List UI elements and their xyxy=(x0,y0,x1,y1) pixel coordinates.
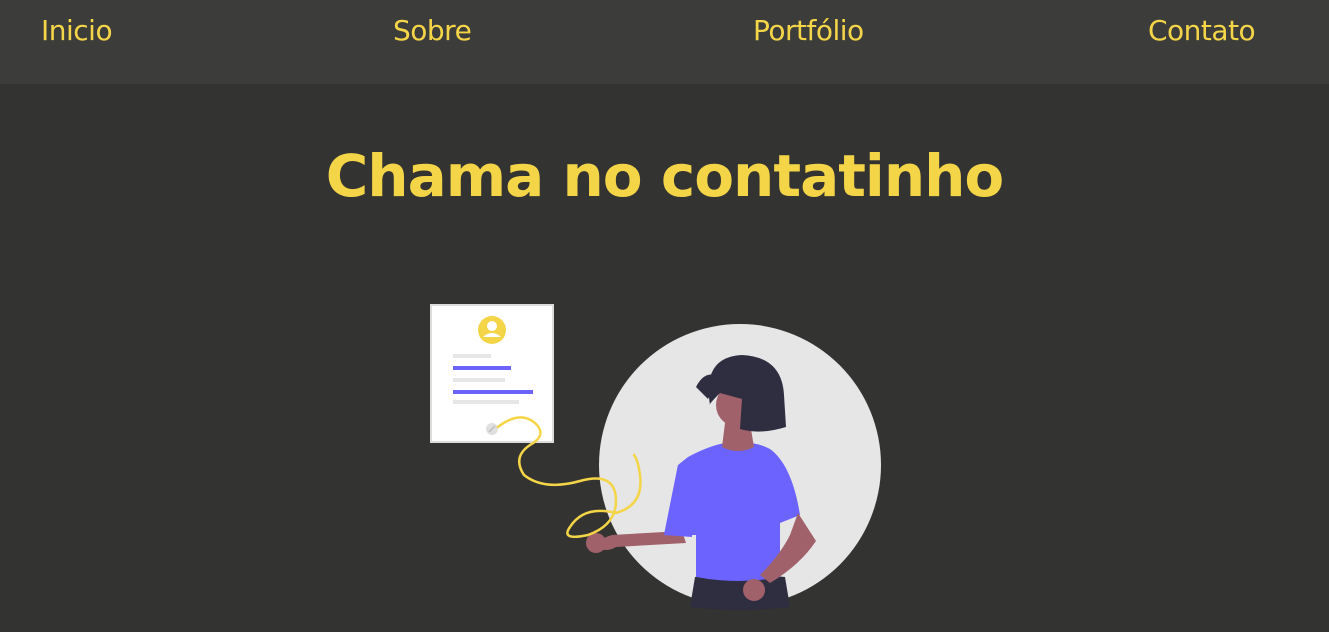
nav-link-sobre[interactable]: Sobre xyxy=(393,14,472,47)
nav-link-portfolio[interactable]: Portfólio xyxy=(753,14,864,47)
nav-link-inicio[interactable]: Inicio xyxy=(41,14,113,47)
top-navbar: Inicio Sobre Portfólio Contato xyxy=(0,0,1329,84)
page-title: Chama no contatinho xyxy=(325,142,1005,210)
contact-illustration xyxy=(430,304,881,610)
nav-link-contato[interactable]: Contato xyxy=(1148,14,1256,47)
